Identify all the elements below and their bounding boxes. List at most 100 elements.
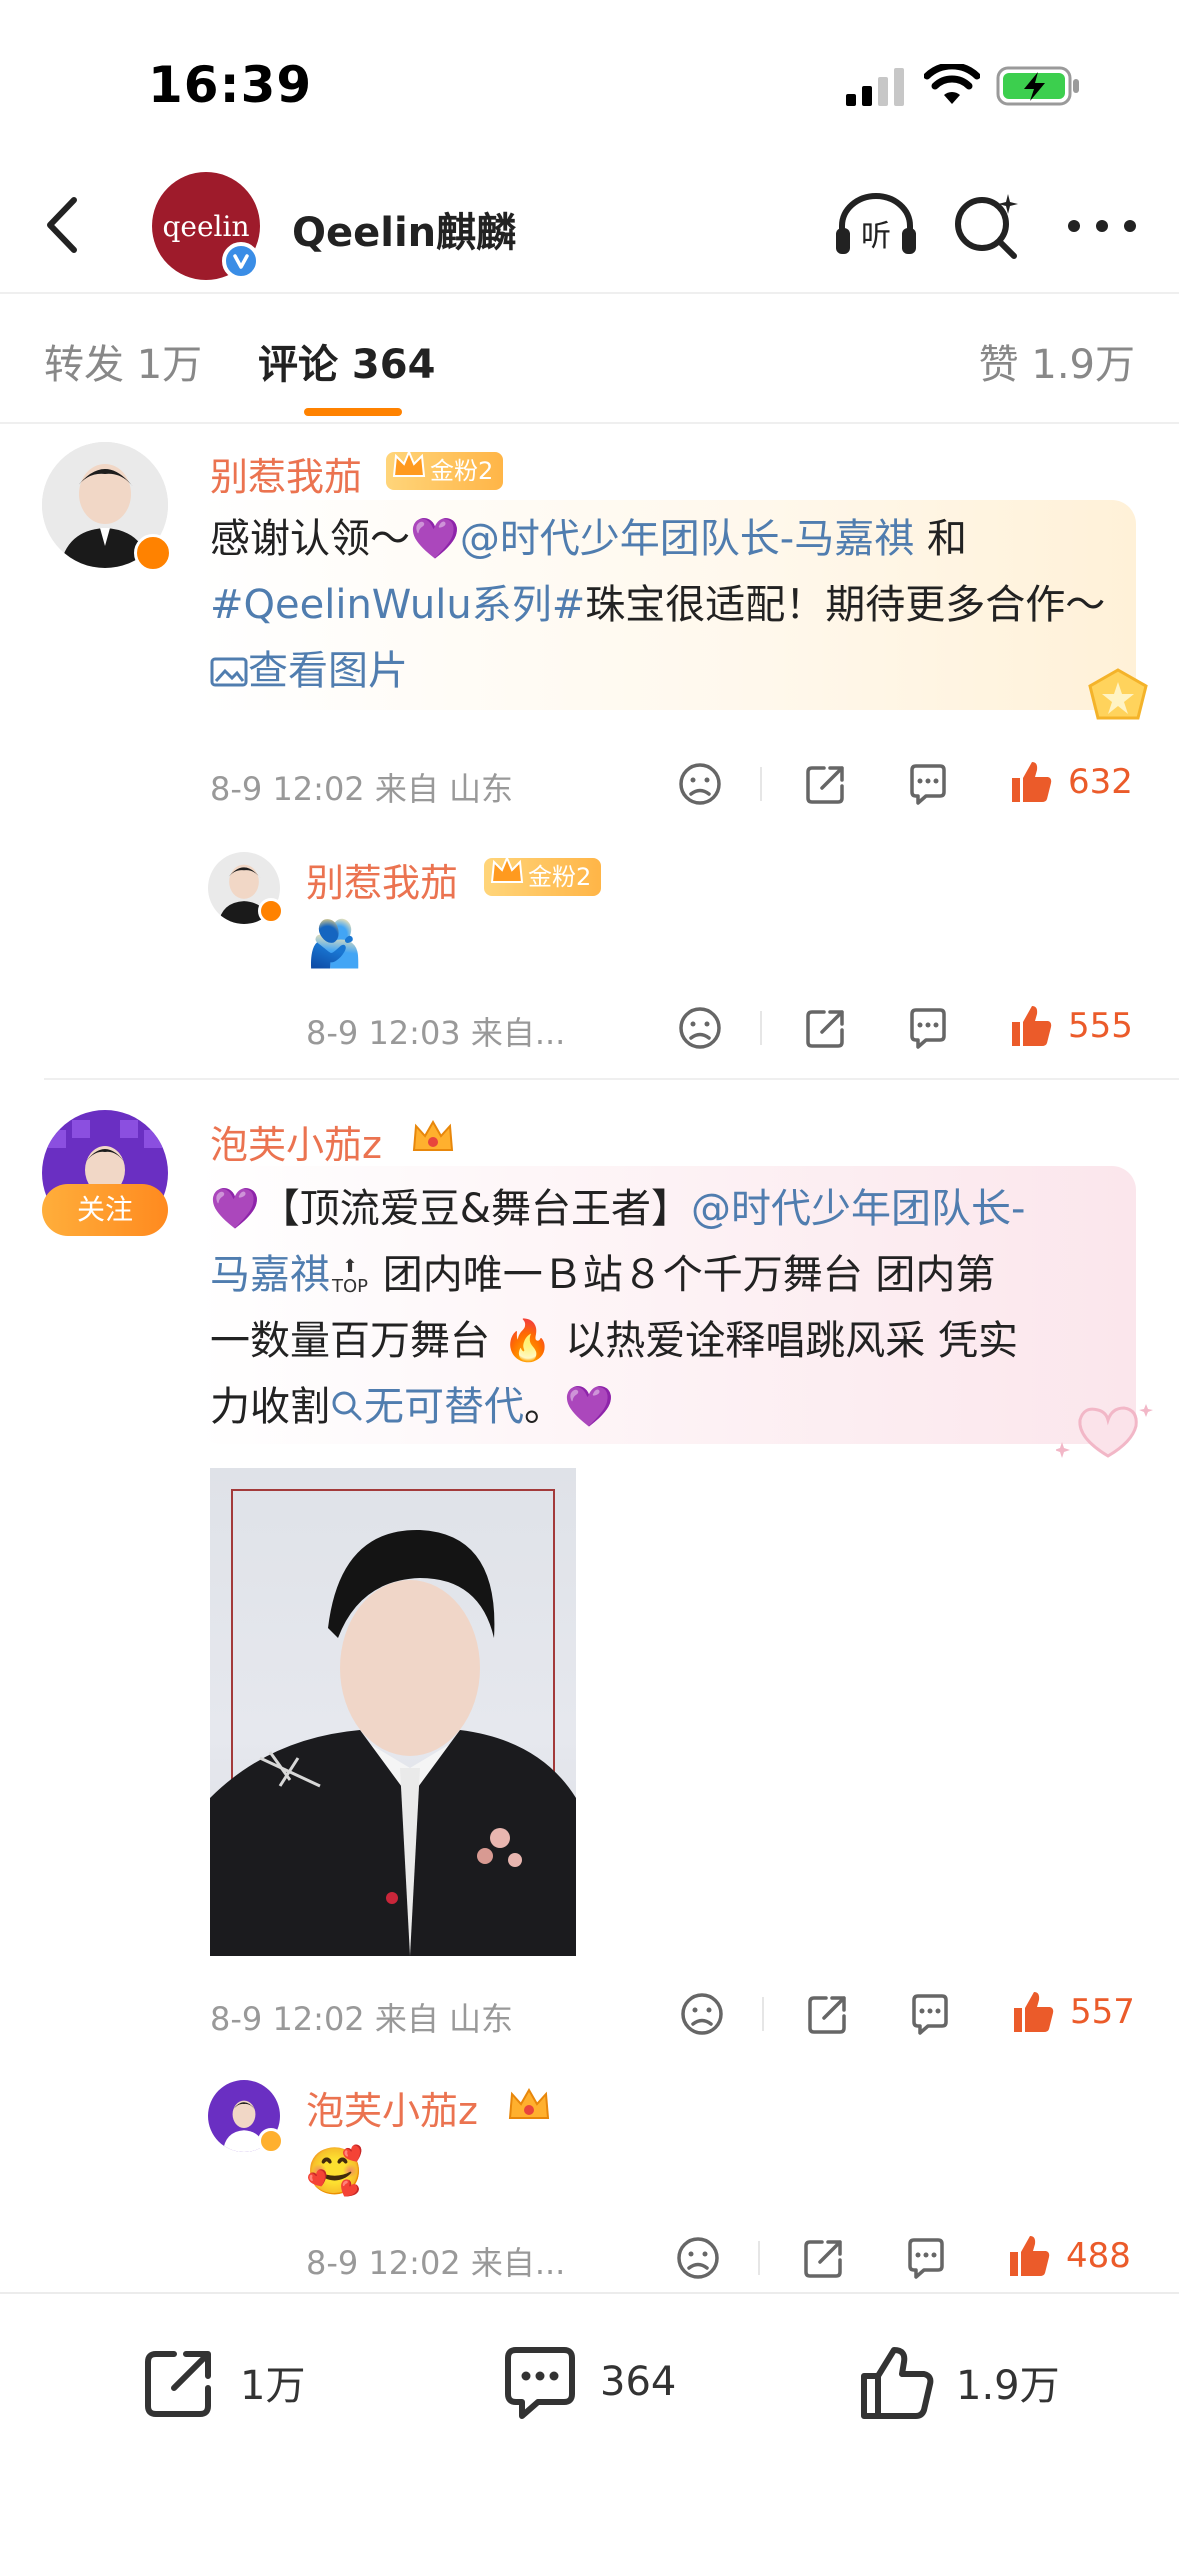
signal-icon (846, 68, 904, 106)
status-time: 16:39 (148, 56, 313, 114)
comment-body: 💜【顶流爱豆&舞台王者】@时代少年团队长- 马嘉祺 ⬆ TOP 团内唯一Ｂ站８个千万… (210, 1176, 1150, 1440)
verified-badge-icon (258, 898, 284, 924)
fan-level-label: 金粉2 (528, 863, 592, 891)
share-icon[interactable] (802, 760, 850, 808)
search-term-link[interactable]: 无可替代 (330, 1384, 524, 1430)
thumbs-up-icon (861, 2347, 934, 2419)
verified-icon (222, 242, 260, 280)
action-divider (760, 1011, 762, 1045)
share-icon[interactable] (804, 1990, 852, 2038)
share-icon[interactable] (802, 1004, 850, 1052)
comment-icon (505, 2347, 575, 2419)
dislike-icon[interactable] (674, 2234, 722, 2282)
reply-username[interactable]: 别惹我茄 (306, 852, 458, 907)
listen-label: 听 (861, 219, 891, 254)
verified-badge-icon (258, 2128, 284, 2154)
reply-body: 🫂 (306, 916, 364, 970)
comment-text-segment: 。💜 (524, 1384, 614, 1430)
reply-icon[interactable] (906, 1990, 954, 2038)
reply-meta: 8-9 12:02 来自... (306, 2244, 566, 2282)
comment-text-segment: 力收割 (210, 1384, 330, 1430)
dislike-icon[interactable] (676, 760, 724, 808)
repost-icon (145, 2351, 211, 2417)
like-count: 555 (1068, 1006, 1133, 1046)
heart-decoration-icon (1056, 1404, 1153, 1458)
commenter-name[interactable]: 别惹我茄 (210, 446, 362, 501)
reply-icon[interactable] (904, 760, 952, 808)
status-bar: 16:39 (0, 0, 1179, 150)
view-image-label: 查看图片 (248, 648, 408, 694)
account-name[interactable]: Qeelin麒麟 (292, 200, 516, 258)
crown-icon (490, 855, 524, 883)
crown-icon (412, 1119, 454, 1151)
reply-username[interactable]: 泡芙小茄z (306, 2080, 478, 2135)
mention-link[interactable]: @时代少年团队长- (691, 1186, 1025, 1232)
listen-button[interactable]: 听 (834, 188, 918, 258)
search-button[interactable] (952, 190, 1022, 260)
tab-repost[interactable]: 转发 1万 (44, 332, 202, 390)
comment-body: 感谢认领～💜@时代少年团队长-马嘉祺 和 #QeelinWulu系列#珠宝很适配… (210, 506, 1130, 704)
action-divider (762, 1997, 764, 2031)
comment-text-segment: 团内唯一Ｂ站８个千万舞台 团内第 (370, 1252, 996, 1298)
view-image-link[interactable]: 查看图片 (210, 648, 408, 694)
comment-divider (44, 1078, 1179, 1080)
reply-icon[interactable] (902, 2234, 950, 2282)
top-emoji-icon: ⬆ TOP (331, 1256, 369, 1297)
avatar-logo-text: qeelin (162, 209, 250, 243)
image-icon (210, 657, 248, 687)
comment-meta: 8-9 12:02 来自 山东 (210, 2000, 514, 2038)
search-term-label: 无可替代 (364, 1384, 524, 1430)
repost-button[interactable]: 1万 (140, 2342, 305, 2422)
tab-bar: 转发 1万 评论 364 赞 1.9万 (0, 296, 1179, 424)
fan-level-badge: 金粉2 (386, 449, 504, 490)
comment-text-segment: 和 (914, 516, 967, 562)
like-count: 488 (1066, 2236, 1131, 2276)
dislike-icon[interactable] (678, 1990, 726, 2038)
badge-decoration-icon (1088, 668, 1148, 720)
headphones-icon: 听 (836, 193, 916, 254)
reply-body: 🥰 (306, 2144, 364, 2198)
bottom-action-bar: 1万 364 1.9万 (0, 2292, 1179, 2556)
back-button[interactable] (30, 190, 100, 260)
action-divider (758, 2241, 760, 2275)
comment-meta: 8-9 12:02 来自 山东 (210, 770, 514, 808)
more-button[interactable] (1062, 190, 1142, 260)
crown-icon (508, 2087, 550, 2119)
reply-meta: 8-9 12:03 来自... (306, 1014, 566, 1052)
like-icon[interactable] (1006, 758, 1054, 806)
post-header: qeelin Qeelin麒麟 听 (0, 150, 1179, 294)
active-tab-indicator (304, 408, 402, 416)
comment-photo[interactable] (210, 1468, 576, 1956)
verified-badge-icon (134, 534, 172, 572)
mention-link[interactable]: @时代少年团队长-马嘉祺 (460, 516, 914, 562)
comment-text-segment: 一数量百万舞台 🔥 以热爱诠释唱跳风采 凭实 (210, 1318, 1018, 1364)
tab-comment[interactable]: 评论 364 (258, 332, 435, 390)
dislike-icon[interactable] (676, 1004, 724, 1052)
comment-text-segment: 珠宝很适配！期待更多合作～ (585, 582, 1106, 628)
battery-icon (996, 66, 1079, 106)
top-label: TOP (331, 1276, 369, 1297)
like-total: 1.9万 (956, 2363, 1060, 2409)
share-icon[interactable] (800, 2234, 848, 2282)
action-divider (760, 767, 762, 801)
like-count: 632 (1068, 762, 1133, 802)
comment-text-segment: 💜【顶流爱豆&舞台王者】 (210, 1186, 691, 1232)
like-button[interactable]: 1.9万 (856, 2342, 1060, 2422)
crown-icon (392, 449, 426, 477)
comment-button[interactable]: 364 (500, 2342, 676, 2422)
repost-count: 1万 (240, 2363, 306, 2409)
mention-link-continued[interactable]: 马嘉祺 (210, 1252, 330, 1298)
like-icon[interactable] (1006, 1002, 1054, 1050)
fan-level-label: 金粉2 (430, 457, 494, 485)
commenter-name[interactable]: 泡芙小茄z (210, 1114, 382, 1169)
hashtag-link[interactable]: #QeelinWulu系列# (210, 582, 585, 628)
follow-button[interactable]: 关注 (42, 1184, 168, 1236)
reply-icon[interactable] (904, 1004, 952, 1052)
like-count: 557 (1070, 1992, 1135, 2032)
fan-level-badge: 金粉2 (484, 855, 602, 896)
tab-like[interactable]: 赞 1.9万 (979, 332, 1135, 390)
comment-count: 364 (600, 2359, 677, 2405)
like-icon[interactable] (1008, 1988, 1056, 2036)
like-icon[interactable] (1004, 2232, 1052, 2280)
comment-text-segment: 感谢认领～💜 (210, 516, 460, 562)
